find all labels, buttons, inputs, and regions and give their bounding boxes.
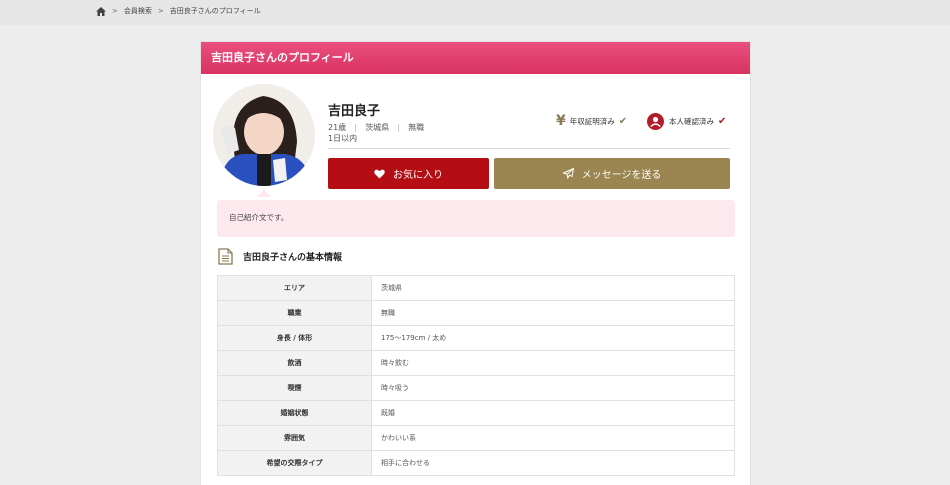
identity-verified-label: 本人確認済み (669, 117, 714, 126)
table-row: 婚姻状態 既婚 (217, 400, 735, 426)
profile-meta: 21歳 茨城県 無職 (328, 122, 424, 133)
info-value: 175～179cm / 太め (371, 325, 735, 351)
page-title: 吉田良子さんのプロフィール (201, 42, 750, 74)
table-row: 喫煙 時々吸う (217, 375, 735, 401)
send-message-button-label: メッセージを送る (581, 170, 662, 181)
breadcrumb: > 会員検索 > 吉田良子さんのプロフィール (96, 6, 261, 16)
info-key: 希望の交際タイプ (217, 450, 372, 476)
last-login: 1日以内 (328, 134, 358, 143)
income-verified-label: 年収証明済み (569, 116, 615, 126)
identity-verified-badge: 本人確認済み ✔ (647, 113, 726, 130)
info-key: 職業 (217, 300, 372, 326)
meta-divider (398, 123, 400, 132)
info-value: 無職 (371, 300, 735, 326)
breadcrumb-separator: > (112, 7, 118, 15)
table-row: 身長 / 体形 175～179cm / 太め (217, 325, 735, 351)
favorite-button[interactable]: お気に入り (328, 158, 489, 189)
basic-info-heading: 吉田良子さんの基本情報 (218, 248, 342, 265)
table-row: 飲酒 時々飲む (217, 350, 735, 376)
info-value: 相手に合わせる (371, 450, 735, 476)
breadcrumb-member-search[interactable]: 会員検索 (124, 6, 152, 16)
profile-area: 茨城県 (365, 123, 390, 132)
info-value: 茨城県 (371, 275, 735, 301)
table-row: 希望の交際タイプ 相手に合わせる (217, 450, 735, 476)
info-value: 時々飲む (371, 350, 735, 376)
self-introduction: 自己紹介文です。 (217, 200, 735, 237)
profile-card: 吉田良子さんのプロフィール 吉田良子 21歳 茨城県 無職 1日以内 ¥ 年収証… (200, 41, 751, 485)
breadcrumb-bar: > 会員検索 > 吉田良子さんのプロフィール (0, 0, 950, 25)
income-verified-badge: ¥ 年収証明済み ✔ (556, 113, 627, 129)
info-key: 飲酒 (217, 350, 372, 376)
check-icon: ✔ (618, 115, 628, 127)
check-icon: ✔ (718, 116, 727, 127)
send-message-button[interactable]: メッセージを送る (494, 158, 730, 189)
profile-job: 無職 (408, 123, 425, 132)
breadcrumb-current: 吉田良子さんのプロフィール (169, 7, 261, 15)
meta-divider (355, 123, 357, 132)
heart-icon (374, 169, 385, 178)
info-key: 婚姻状態 (217, 400, 372, 426)
info-key: エリア (217, 275, 372, 301)
avatar-pointer (257, 190, 271, 197)
basic-info-title: 吉田良子さんの基本情報 (243, 253, 343, 263)
info-key: 雰囲気 (217, 425, 372, 451)
info-key: 喫煙 (217, 375, 372, 401)
avatar (213, 84, 315, 186)
breadcrumb-separator: > (157, 7, 164, 15)
profile-divider (328, 148, 730, 149)
profile-name: 吉田良子 (328, 104, 381, 119)
person-icon (647, 113, 664, 130)
table-row: エリア 茨城県 (217, 275, 735, 301)
yen-icon: ¥ (556, 113, 566, 129)
document-icon (218, 248, 233, 265)
profile-age: 21歳 (328, 123, 347, 132)
paper-plane-icon (562, 168, 574, 179)
avatar-photo (213, 84, 315, 186)
favorite-button-label: お気に入り (393, 170, 443, 181)
info-value: かわいい系 (371, 425, 735, 451)
info-key: 身長 / 体形 (217, 325, 372, 351)
home-icon[interactable] (96, 6, 106, 16)
info-value: 既婚 (371, 400, 735, 426)
basic-info-table: エリア 茨城県 職業 無職 身長 / 体形 175～179cm / 太め 飲酒 … (217, 275, 735, 476)
table-row: 職業 無職 (217, 300, 735, 326)
table-row: 雰囲気 かわいい系 (217, 425, 735, 451)
info-value: 時々吸う (371, 375, 735, 401)
